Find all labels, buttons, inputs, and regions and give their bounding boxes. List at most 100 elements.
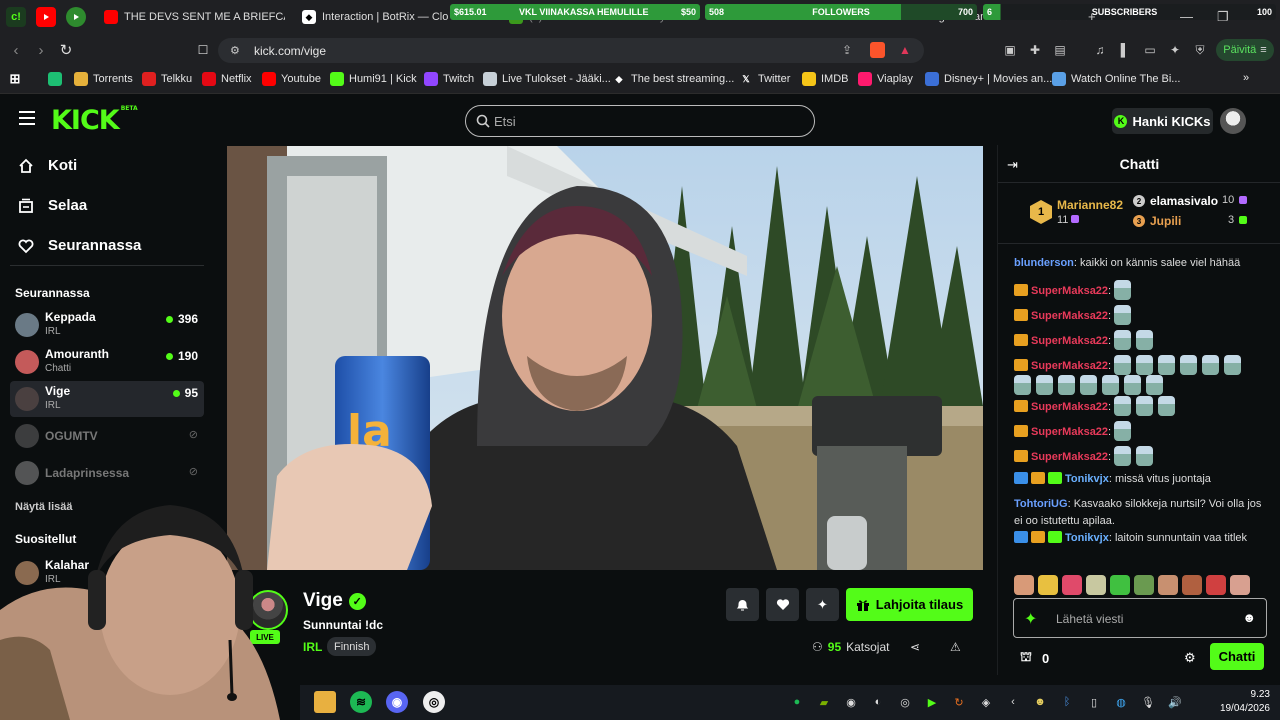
get-kicks-button[interactable]: K Hanki KICKs [1112,108,1213,134]
emote-icon[interactable] [1206,575,1226,595]
edge-tray-icon[interactable]: ◍ [1114,695,1128,709]
bookmark-item[interactable]: Live Tulokset - Jääki... [483,72,611,86]
chat-username[interactable]: SuperMaksa22 [1031,426,1108,438]
emote-icon[interactable] [1062,575,1082,595]
system-clock[interactable]: 9.23 19/04/2026 [1206,688,1270,716]
emote-icon[interactable] [1014,575,1034,595]
more-bookmarks-icon[interactable]: » [1243,72,1249,84]
obs-icon[interactable]: ◎ [423,691,445,713]
sidebar-item-following[interactable]: Seurannassa [18,237,141,254]
steam-tray-icon[interactable]: ◐ [871,695,885,709]
chat-username[interactable]: SuperMaksa22 [1031,401,1108,413]
bookmark-item[interactable]: Disney+ | Movies an... [925,72,1052,86]
share-icon[interactable]: ⋖ [910,640,920,654]
chat-username[interactable]: SuperMaksa22 [1031,310,1108,322]
chat-input[interactable] [1056,609,1236,629]
bookmark-item[interactable] [48,72,62,86]
brave-shields-icon[interactable] [870,42,885,58]
battery-icon[interactable]: ▯ [1087,695,1101,709]
discord-tray-icon[interactable]: ◉ [844,695,858,709]
menu-icon[interactable] [19,111,35,125]
leo-icon[interactable]: ✦ [1168,43,1182,57]
bookmark-item[interactable]: Twitch [424,72,474,86]
emote-icon[interactable] [1182,575,1202,595]
bookmark-item[interactable]: Netflix [202,72,252,86]
sidebar-channel-keppada[interactable]: Keppada IRL 396 [10,307,204,343]
boost-button[interactable]: ✦ [806,588,839,621]
reload-icon[interactable]: ↻ [57,41,75,59]
bookmark-item[interactable]: Humi91 | Kick [330,72,417,86]
stream-tag[interactable]: Finnish [327,637,377,656]
search-box[interactable] [465,105,815,137]
report-icon[interactable]: ⚠ [950,640,961,654]
bookmark-item[interactable]: IMDB [802,72,849,86]
chat-username[interactable]: SuperMaksa22 [1031,360,1108,372]
emoji-icon[interactable]: ☻ [1242,610,1256,625]
site-info-icon[interactable]: ⚙ [230,44,240,57]
brave-rewards-icon[interactable]: ▲ [899,43,911,57]
bookmark-icon[interactable]: ☐ [194,41,212,59]
music-icon[interactable]: ♫ [1093,43,1107,57]
chat-username[interactable]: SuperMaksa22 [1031,335,1108,347]
emote-icon[interactable] [1038,575,1058,595]
sidebar-item-home[interactable]: Koti [18,157,77,174]
microphone-icon[interactable]: 🎙 [1141,695,1155,709]
emote-icon[interactable] [1086,575,1106,595]
bookmark-item[interactable]: 𝕏 Twitter [739,72,790,86]
leaderboard-second[interactable]: 2 elamasivalo [1133,194,1218,208]
gear-icon[interactable]: ⚙ [1184,650,1196,666]
channel-points[interactable]: ⛫ 0 [1020,649,1049,667]
tab-botrix[interactable]: ◆ Interaction | BotRix — Cloud Soft [298,4,448,30]
leaderboard-third[interactable]: 3 Jupili [1133,214,1181,228]
leaderboard-first[interactable]: 1 Marianne82 11 [1030,198,1123,226]
maximize-icon[interactable]: ❐ [1217,9,1229,25]
bookmark-item[interactable]: Viaplay [858,72,913,86]
tab-youtube[interactable]: THE DEVS SENT ME A BRIEFCASE F [100,4,285,30]
wallet-icon[interactable]: ▭ [1143,43,1157,57]
back-icon[interactable]: ‹ [7,41,25,59]
chat-username[interactable]: TohtoriUG [1014,498,1068,510]
emote-icon[interactable] [1110,575,1130,595]
emote-icon[interactable] [1134,575,1154,595]
emote-icon[interactable] [1230,575,1250,595]
chat-username[interactable]: Tonikvjx [1065,532,1109,544]
sidebar-icon[interactable]: ▌ [1118,43,1132,57]
file-explorer-icon[interactable] [314,691,336,713]
chat-username[interactable]: blunderson [1014,257,1074,269]
spotify-tray-icon[interactable]: ● [790,695,804,709]
shield-tray-icon[interactable]: ◈ [979,695,993,709]
bookmark-item[interactable]: Telkku [142,72,192,86]
chevron-left-icon[interactable]: ‹ [1006,695,1020,709]
bookmark-item[interactable]: Youtube [262,72,321,86]
sidebar-item-browse[interactable]: Selaa [18,197,87,214]
media-icon[interactable]: ▤ [1053,43,1067,57]
user-avatar[interactable] [1220,108,1246,134]
nvidia-tray-icon[interactable]: ▰ [817,695,831,709]
pinned-tab-cue[interactable]: c! [6,7,26,27]
chat-username[interactable]: SuperMaksa22 [1031,451,1108,463]
sidebar-channel-amouranth[interactable]: Amouranth Chatti 190 [10,344,204,380]
play-tray-icon[interactable]: ▶ [925,695,939,709]
minimize-icon[interactable]: — [1180,9,1193,24]
streamer-name[interactable]: Vige ✓ [303,590,366,612]
stream-category-link[interactable]: IRL [303,640,322,654]
bookmark-item[interactable]: ◆ The best streaming... [612,72,735,86]
notifications-button[interactable] [726,588,759,621]
emote-icon[interactable] [1158,575,1178,595]
search-input[interactable] [494,111,794,131]
sidebar-channel-ogumtv[interactable]: OGUMTV ⊘ [10,418,204,454]
play-icon[interactable] [66,7,86,27]
update-tray-icon[interactable]: ↻ [952,695,966,709]
kick-logo[interactable]: KICK BETA [51,105,138,136]
youtube-icon[interactable] [36,7,56,27]
volume-icon[interactable]: 🔊 [1168,695,1182,709]
bluetooth-icon[interactable]: ᛒ [1060,695,1074,709]
url-field[interactable]: ⚙ kick.com/vige ⇪ ▲ [218,38,924,63]
send-chat-button[interactable]: Chatti [1210,643,1264,670]
video-player[interactable]: la er [227,146,983,570]
share-icon[interactable]: ⇪ [842,43,852,57]
kicks-star-icon[interactable]: ✦ [1024,609,1037,629]
screenshot-icon[interactable]: ▣ [1003,43,1017,57]
discord-icon[interactable]: ◉ [386,691,408,713]
spotify-icon[interactable]: ≋ [350,691,372,713]
